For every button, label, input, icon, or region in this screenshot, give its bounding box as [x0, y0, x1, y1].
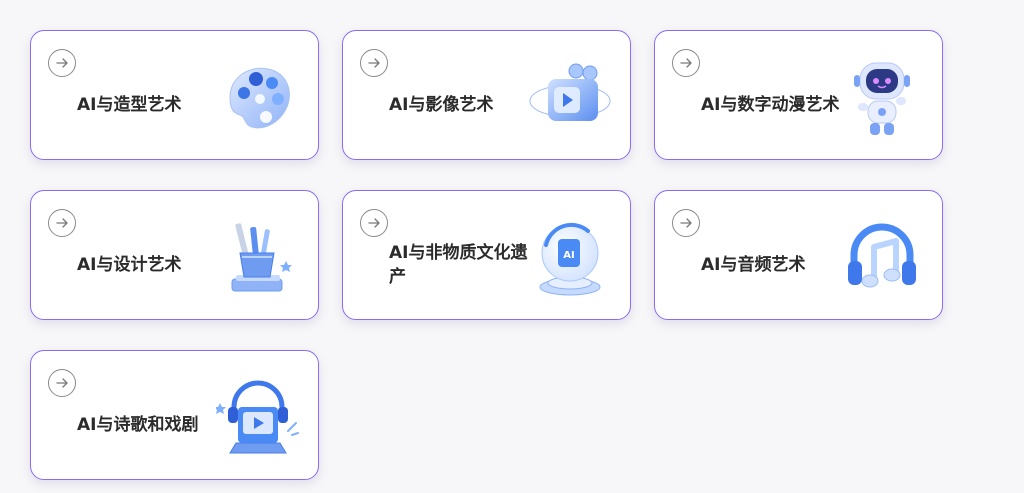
svg-text:AI: AI: [563, 250, 574, 261]
card-title: AI与诗歌和戏剧: [77, 415, 199, 435]
pencil-cup-icon: [216, 217, 300, 301]
arrow-right-icon[interactable]: [360, 49, 388, 77]
card-ai-audio-art[interactable]: AI与音频艺术: [654, 190, 943, 320]
card-title: AI与音频艺术: [701, 255, 806, 275]
card-title: AI与造型艺术: [77, 95, 182, 115]
video-play-icon: [528, 57, 612, 141]
ai-globe-icon: AI: [528, 217, 612, 301]
card-ai-intangible-heritage[interactable]: AI与非物质文化遗产 AI: [342, 190, 631, 320]
card-ai-visual-art[interactable]: AI与影像艺术: [342, 30, 631, 160]
card-title: AI与影像艺术: [389, 95, 494, 115]
card-title: AI与数字动漫艺术: [701, 95, 840, 115]
category-grid: AI与造型艺术 AI与影像艺术 AI与数字动漫艺术 AI与设计艺术 AI与非物质…: [30, 30, 944, 480]
arrow-right-icon[interactable]: [672, 49, 700, 77]
robot-icon: [840, 57, 924, 141]
headphones-music-icon: [840, 217, 924, 301]
arrow-right-icon[interactable]: [672, 209, 700, 237]
card-ai-sculpture-art[interactable]: AI与造型艺术: [30, 30, 319, 160]
palette-icon: [216, 57, 300, 141]
card-ai-digital-animation-art[interactable]: AI与数字动漫艺术: [654, 30, 943, 160]
arrow-right-icon[interactable]: [48, 209, 76, 237]
arrow-right-icon[interactable]: [48, 49, 76, 77]
card-ai-poetry-drama[interactable]: AI与诗歌和戏剧: [30, 350, 319, 480]
headphones-laptop-icon: [214, 377, 300, 461]
card-ai-design-art[interactable]: AI与设计艺术: [30, 190, 319, 320]
arrow-right-icon[interactable]: [360, 209, 388, 237]
arrow-right-icon[interactable]: [48, 369, 76, 397]
card-title: AI与设计艺术: [77, 255, 182, 275]
card-title: AI与非物质文化遗产: [389, 243, 528, 287]
